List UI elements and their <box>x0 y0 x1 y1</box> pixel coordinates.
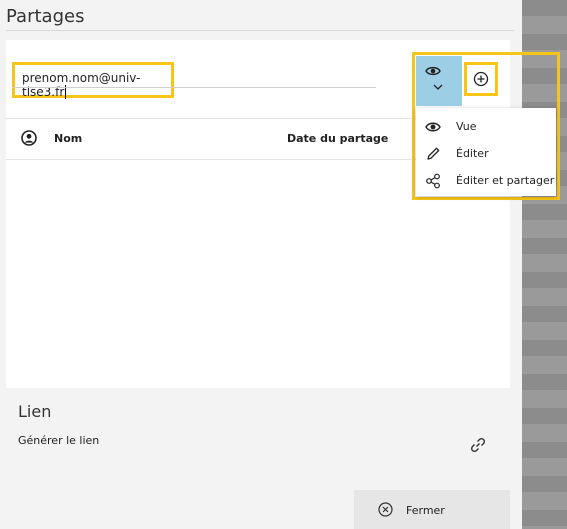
column-header-share-date[interactable]: Date du partage <box>287 132 388 145</box>
menu-item-edit[interactable]: Éditer <box>416 142 556 166</box>
menu-item-label: Vue <box>456 120 477 133</box>
title-divider <box>6 30 514 31</box>
close-button[interactable]: Fermer <box>354 490 510 529</box>
link-icon[interactable] <box>469 436 487 454</box>
pencil-icon <box>427 147 440 160</box>
email-underline <box>12 87 376 88</box>
permission-select-button[interactable] <box>416 56 462 106</box>
dialog-title: Partages <box>6 6 85 27</box>
email-field[interactable]: prenom.nom@univ-tlse3.fr <box>12 62 174 99</box>
close-circle-icon <box>378 502 393 517</box>
generate-link-label: Générer le lien <box>18 434 100 447</box>
menu-item-edit-and-share[interactable]: Éditer et partager <box>416 169 556 193</box>
permission-menu: Vue Éditer Éditer et partager <box>416 108 556 196</box>
column-header-name[interactable]: Nom <box>54 132 82 145</box>
email-value: prenom.nom@univ-tlse3.fr <box>22 71 141 99</box>
add-share-button[interactable] <box>464 62 498 96</box>
share-icon <box>426 173 440 189</box>
share-dialog: Partages prenom.nom@univ-tlse3.fr Nom Da… <box>0 0 560 529</box>
add-circle-icon <box>473 71 489 87</box>
eye-icon <box>425 66 441 76</box>
eye-icon <box>425 122 441 132</box>
menu-item-label: Éditer et partager <box>456 174 555 187</box>
menu-item-label: Éditer <box>456 147 489 160</box>
user-icon <box>21 130 37 146</box>
close-button-label: Fermer <box>406 504 445 517</box>
menu-item-view[interactable]: Vue <box>416 115 556 139</box>
link-section-title: Lien <box>18 402 52 421</box>
chevron-down-icon <box>433 84 443 90</box>
